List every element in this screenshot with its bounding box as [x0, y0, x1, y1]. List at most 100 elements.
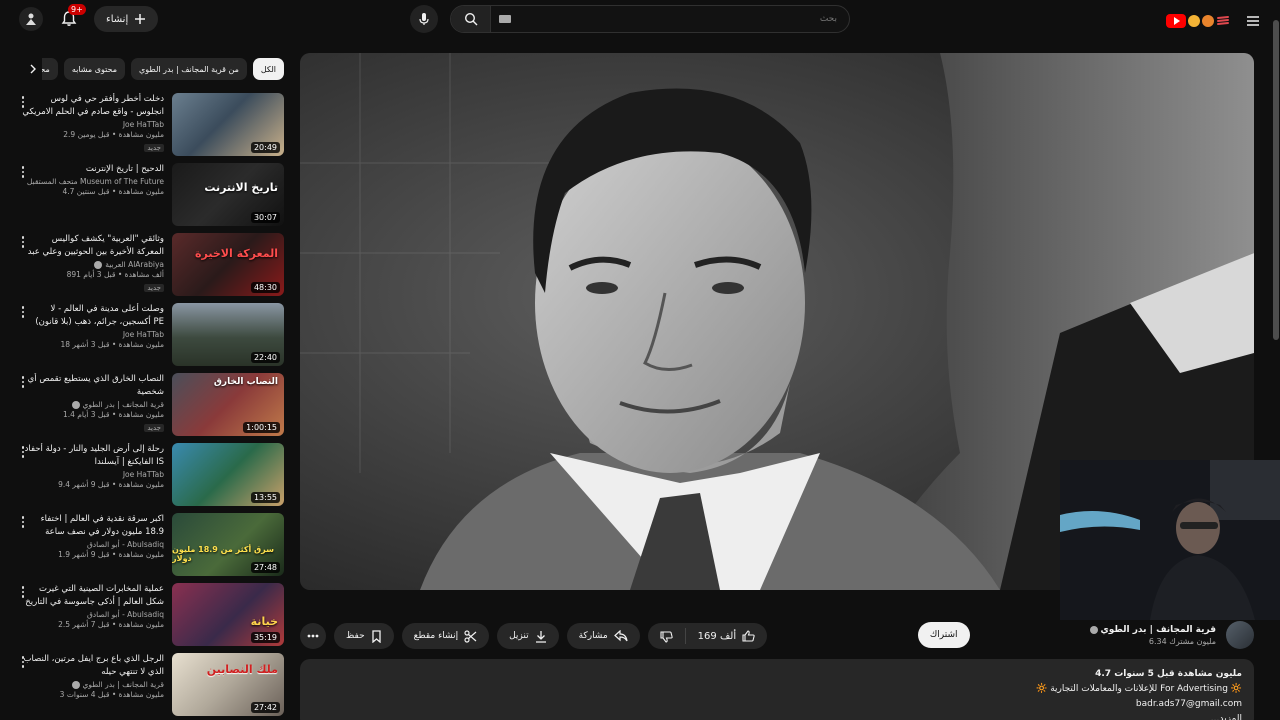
video-title[interactable]: رحلة إلى أرض الجليد والنار - دولة أحفاد …	[22, 443, 164, 469]
search-button[interactable]	[451, 6, 491, 32]
save-label: حفظ	[346, 631, 365, 641]
video-title[interactable]: عملية المخابرات الصينية التي غيرت شكل ال…	[22, 583, 164, 609]
list-item[interactable]: 20:49 دخلت أخطر وأفقر حي في لوس انجلوس -…	[12, 90, 286, 160]
video-title[interactable]: وثائقي "العربية" يكشف كواليس المعركة الأ…	[22, 233, 164, 259]
channel-name: Joe HaTTab	[122, 470, 164, 479]
video-title[interactable]: دخلت أخطر وأفقر حي في لوس انجلوس - واقع …	[22, 93, 164, 119]
thumbnail-text: سرق أكثر من 18.9 مليون دولار	[172, 545, 275, 563]
chip-related[interactable]: محتوى مشابه	[63, 58, 126, 80]
video-thumbnail[interactable]: ملك النصابين 27:42	[172, 653, 284, 716]
account-avatar-button[interactable]	[18, 6, 44, 32]
description-more[interactable]: ...المزيد	[312, 712, 1242, 720]
channel-name: قرية المجانف | بدر الطوي	[82, 680, 165, 689]
video-stats: 18 مليون مشاهدة • قبل 3 أشهر	[60, 340, 164, 349]
list-item[interactable]: 22:40 وصلت أعلى مدينة في العالم - لا أكس…	[12, 300, 286, 370]
list-item[interactable]: 13:55 رحلة إلى أرض الجليد والنار - دولة …	[12, 440, 286, 510]
video-menu-button[interactable]	[18, 514, 28, 530]
verified-icon	[71, 680, 80, 689]
chips-next-button[interactable]	[24, 58, 42, 80]
video-channel[interactable]: قرية المجانف | بدر الطوي	[22, 680, 164, 689]
video-channel[interactable]: أبو الصادق - Abulsadiq	[22, 610, 164, 619]
new-badge: جديد	[144, 424, 164, 432]
channel-name: متحف المستقبل Museum of The Future	[26, 177, 164, 186]
clip-button[interactable]: إنشاء مقطع	[401, 623, 490, 649]
scrollbar-thumb[interactable]	[1273, 20, 1279, 340]
video-menu-button[interactable]	[18, 654, 28, 670]
channel-info: اشتراك قرية المجانف | بدر الطوي 6.34 ملي…	[917, 621, 1254, 649]
video-thumbnail[interactable]: 22:40	[172, 303, 284, 366]
video-duration: 27:42	[250, 702, 280, 713]
youtube-logo[interactable]	[1166, 14, 1230, 28]
video-menu-button[interactable]	[18, 374, 28, 390]
thumbnail-text: ملك النصابين	[206, 663, 278, 676]
video-menu-button[interactable]	[18, 234, 28, 250]
verified-icon	[94, 260, 103, 269]
filter-chips: الكل من قرية المجانف | بدر الطوي محتوى م…	[24, 58, 284, 80]
video-thumbnail[interactable]: 20:49	[172, 93, 284, 156]
notifications-button[interactable]: 9+	[56, 4, 86, 32]
dislike-button[interactable]	[648, 623, 685, 649]
video-channel[interactable]: Joe HaTTab	[22, 330, 164, 339]
video-channel[interactable]: متحف المستقبل Museum of The Future	[22, 177, 164, 186]
recommendations-list: 20:49 دخلت أخطر وأفقر حي في لوس انجلوس -…	[12, 90, 286, 720]
video-title[interactable]: الرجل الذي باع برج ايفل مرتين، النصاب ال…	[22, 653, 164, 679]
video-channel[interactable]: Joe HaTTab	[22, 470, 164, 479]
video-info: اكبر سرقة نقدية في العالم | اختفاء 18.9 …	[22, 513, 164, 559]
video-title[interactable]: اكبر سرقة نقدية في العالم | اختفاء 18.9 …	[22, 513, 164, 539]
list-item[interactable]: سرق أكثر من 18.9 مليون دولار 27:48 اكبر …	[12, 510, 286, 580]
video-channel[interactable]: Joe HaTTab	[22, 120, 164, 129]
list-item[interactable]: ملك النصابين 27:42 الرجل الذي باع برج اي…	[12, 650, 286, 720]
video-menu-button[interactable]	[18, 304, 28, 320]
video-channel[interactable]: قرية المجانف | بدر الطوي	[22, 400, 164, 409]
video-duration: 30:07	[250, 212, 280, 223]
channel-name-row[interactable]: قرية المجانف | بدر الطوي	[1089, 625, 1216, 635]
like-dislike-group: 169 ألف	[647, 623, 768, 649]
download-label: تنزيل	[509, 631, 529, 641]
video-title[interactable]: النصاب الخارق الذي يستطيع تقمص أي شخصية	[22, 373, 164, 399]
video-info: وصلت أعلى مدينة في العالم - لا أكسجين، ج…	[22, 303, 164, 349]
download-button[interactable]: تنزيل	[497, 623, 559, 649]
like-button[interactable]: 169 ألف	[686, 623, 767, 649]
scissors-icon	[464, 629, 477, 643]
video-thumbnail[interactable]: 13:55	[172, 443, 284, 506]
video-title[interactable]: الدحيح | تاريخ الإنترنت	[22, 163, 164, 176]
chip-from-channel[interactable]: من قرية المجانف | بدر الطوي	[131, 58, 247, 80]
share-button[interactable]: مشاركة	[566, 623, 640, 649]
video-thumbnail[interactable]: تاريخ الانترنت 30:07	[172, 163, 284, 226]
video-channel[interactable]: أبو الصادق - Abulsadiq	[22, 540, 164, 549]
list-item[interactable]: المعركة الاخيرة 48:30 وثائقي "العربية" ي…	[12, 230, 286, 300]
video-thumbnail[interactable]: النصاب الخارق 1:00:15	[172, 373, 284, 436]
list-item[interactable]: تاريخ الانترنت 30:07 الدحيح | تاريخ الإن…	[12, 160, 286, 230]
keyboard-icon[interactable]	[499, 15, 511, 23]
description-box[interactable]: 4.7 مليون مشاهدة قبل 5 سنوات 🔆 للإعلانات…	[300, 659, 1254, 720]
save-button[interactable]: حفظ	[334, 623, 394, 649]
search-icon	[464, 12, 477, 26]
video-thumbnail[interactable]: المعركة الاخيرة 48:30	[172, 233, 284, 296]
video-menu-button[interactable]	[18, 94, 28, 110]
thumbnail-text: النصاب الخارق	[213, 377, 278, 387]
search-input[interactable]	[511, 14, 849, 24]
voice-search-button[interactable]	[410, 5, 438, 33]
video-stats: 3 مليون مشاهدة • قبل 4 سنوات	[59, 690, 164, 699]
video-menu-button[interactable]	[18, 584, 28, 600]
video-menu-button[interactable]	[18, 444, 28, 460]
video-title[interactable]: وصلت أعلى مدينة في العالم - لا أكسجين، ج…	[22, 303, 164, 329]
video-channel[interactable]: العربية AlArabiya	[22, 260, 164, 269]
description-line-email: badr.ads77@gmail.com	[1135, 699, 1242, 709]
avatar	[19, 7, 43, 31]
video-stats: 891 ألف مشاهدة • قبل 3 أيام	[66, 270, 164, 279]
video-thumbnail[interactable]: خيانة 35:19	[172, 583, 284, 646]
video-menu-button[interactable]	[18, 164, 28, 180]
video-thumbnail[interactable]: سرق أكثر من 18.9 مليون دولار 27:48	[172, 513, 284, 576]
chip-all[interactable]: الكل	[252, 58, 284, 80]
channel-avatar[interactable]	[1226, 621, 1254, 649]
subscribe-button[interactable]: اشتراك	[917, 622, 970, 648]
page-scrollbar[interactable]	[1272, 0, 1280, 720]
facecam-frame	[1060, 460, 1280, 620]
menu-button[interactable]	[1240, 8, 1266, 34]
more-actions-button[interactable]	[300, 623, 326, 649]
list-item[interactable]: النصاب الخارق 1:00:15 النصاب الخارق الذي…	[12, 370, 286, 440]
list-item[interactable]: خيانة 35:19 عملية المخابرات الصينية التي…	[12, 580, 286, 650]
channel-name: أبو الصادق - Abulsadiq	[86, 540, 164, 549]
create-button[interactable]: إنشاء	[94, 6, 159, 32]
